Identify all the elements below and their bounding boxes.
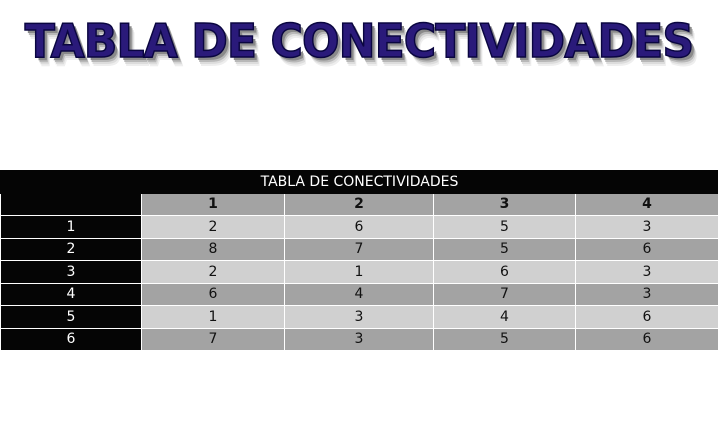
table-cell: 1 bbox=[141, 305, 285, 329]
table-row: 4 6 4 7 3 bbox=[0, 282, 718, 306]
table-cell: 3 bbox=[284, 305, 434, 329]
column-header: 4 bbox=[574, 192, 718, 216]
table-cell: 5 bbox=[433, 215, 576, 239]
table-cell: 5 bbox=[433, 237, 576, 261]
table-row: 3 2 1 6 3 bbox=[0, 260, 718, 284]
table-cell: 8 bbox=[141, 237, 285, 261]
table-cell: 3 bbox=[574, 282, 718, 306]
table-row: 2 8 7 5 6 bbox=[0, 237, 718, 261]
column-header: 2 bbox=[284, 192, 434, 216]
corner-cell bbox=[0, 192, 142, 216]
column-header: 1 bbox=[141, 192, 285, 216]
table-cell: 3 bbox=[284, 327, 434, 351]
table-cell: 7 bbox=[141, 327, 285, 351]
table-cell: 1 bbox=[284, 260, 434, 284]
table-cell: 6 bbox=[433, 260, 576, 284]
table-cell: 4 bbox=[284, 282, 434, 306]
table-cell: 7 bbox=[284, 237, 434, 261]
table-cell: 6 bbox=[141, 282, 285, 306]
table-caption-row: TABLA DE CONECTIVIDADES bbox=[0, 170, 718, 194]
table-caption: TABLA DE CONECTIVIDADES bbox=[0, 170, 718, 194]
row-label: 1 bbox=[0, 215, 142, 239]
table-cell: 2 bbox=[141, 215, 285, 239]
table-cell: 6 bbox=[574, 327, 718, 351]
table-row: 6 7 3 5 6 bbox=[0, 327, 718, 351]
table-cell: 3 bbox=[574, 215, 718, 239]
column-header: 3 bbox=[433, 192, 576, 216]
table-row: 5 1 3 4 6 bbox=[0, 305, 718, 329]
row-label: 4 bbox=[0, 282, 142, 306]
table-cell: 7 bbox=[433, 282, 576, 306]
row-label: 6 bbox=[0, 327, 142, 351]
row-label: 3 bbox=[0, 260, 142, 284]
table-row: 1 2 6 5 3 bbox=[0, 215, 718, 239]
table-header-row: 1 2 3 4 bbox=[0, 192, 718, 216]
wordart-heading: TABLA DE CONECTIVIDADES bbox=[24, 13, 695, 69]
table-cell: 6 bbox=[574, 305, 718, 329]
connectivity-table: TABLA DE CONECTIVIDADES 1 2 3 4 1 2 6 5 … bbox=[0, 170, 718, 351]
page: TABLA DE CONECTIVIDADES TABLA DE CONECTI… bbox=[0, 0, 718, 429]
row-label: 2 bbox=[0, 237, 142, 261]
table-cell: 6 bbox=[574, 237, 718, 261]
table-cell: 3 bbox=[574, 260, 718, 284]
row-label: 5 bbox=[0, 305, 142, 329]
table-cell: 5 bbox=[433, 327, 576, 351]
table-cell: 4 bbox=[433, 305, 576, 329]
table-cell: 2 bbox=[141, 260, 285, 284]
table-cell: 6 bbox=[284, 215, 434, 239]
